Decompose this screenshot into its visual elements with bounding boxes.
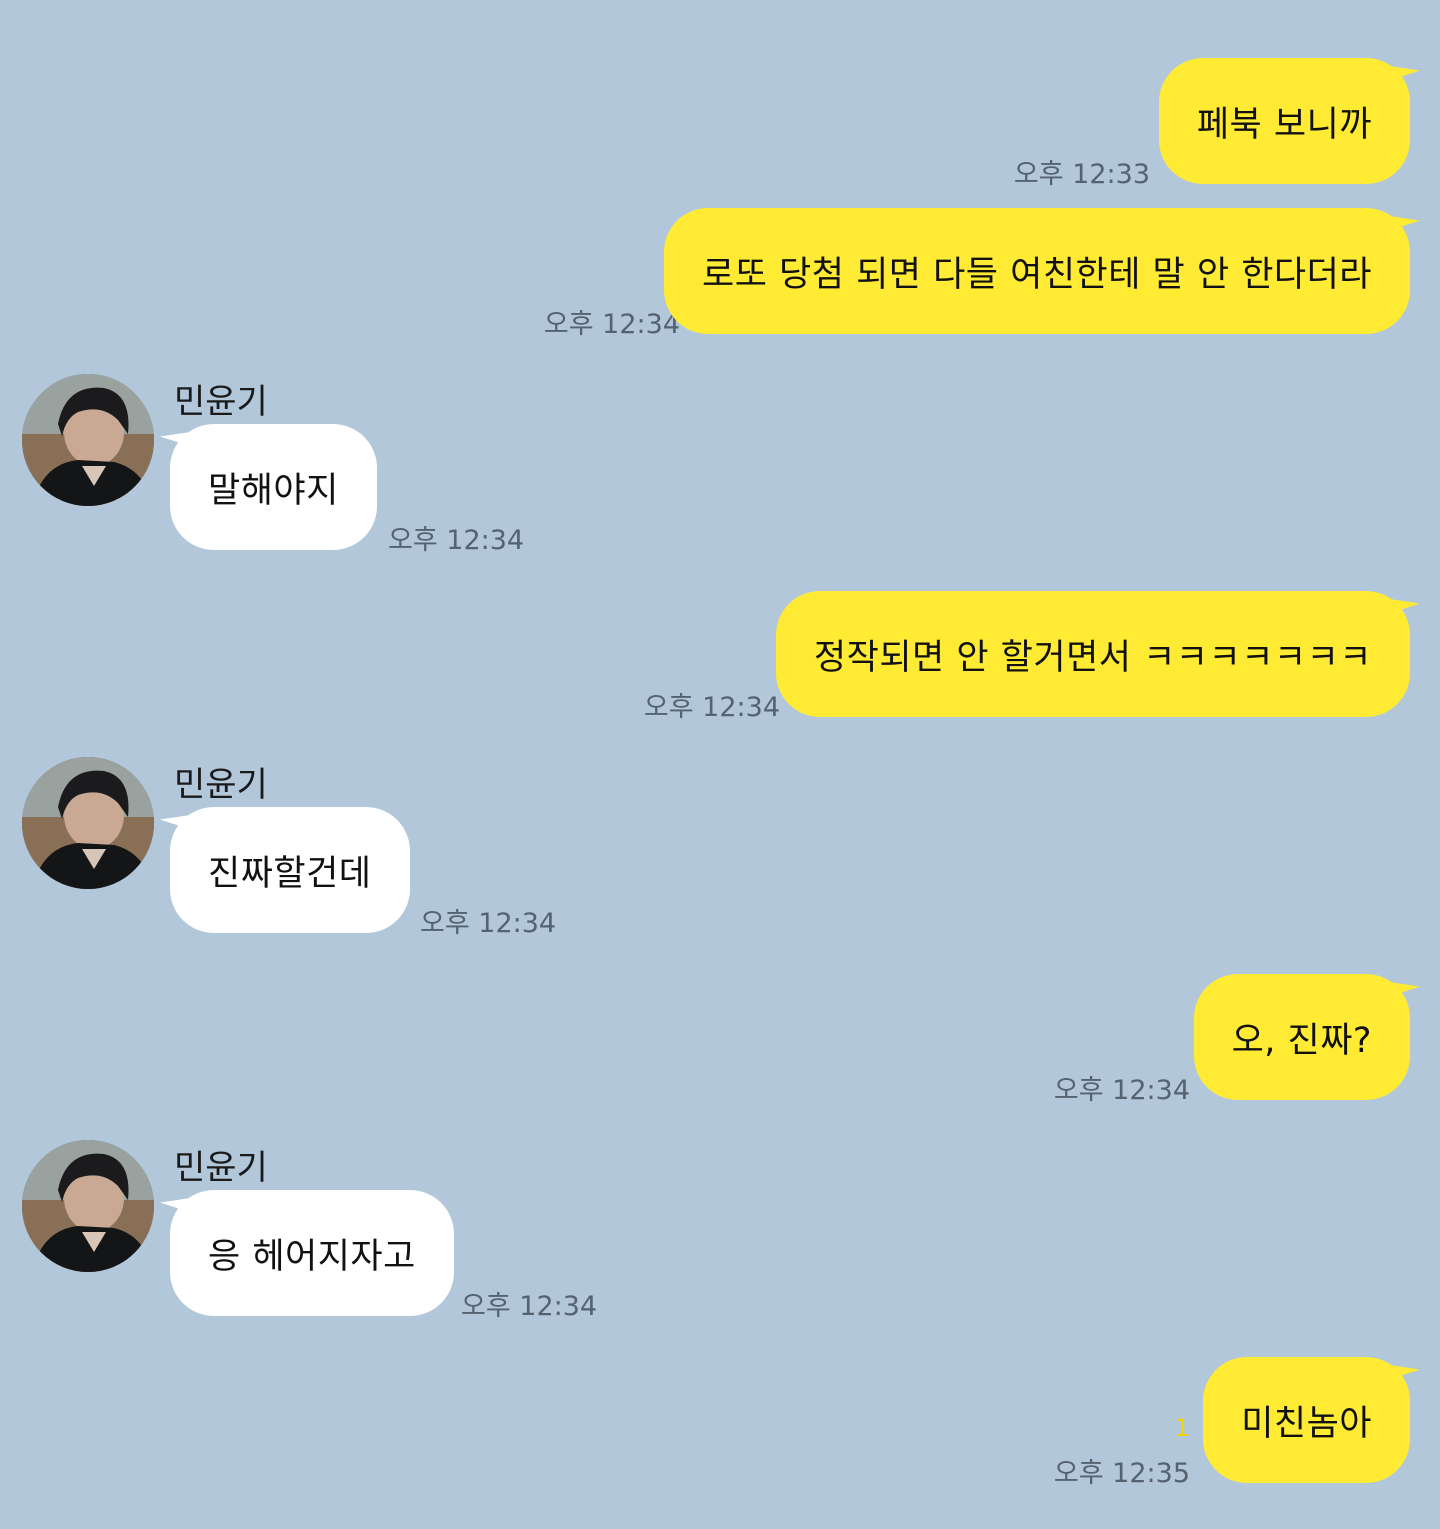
message-bubble-outgoing[interactable]: 로또 당첨 되면 다들 여친한테 말 안 한다더라: [664, 208, 1410, 334]
message-bubble-incoming[interactable]: 진짜할건데: [170, 807, 410, 933]
message-bubble-incoming[interactable]: 응 헤어지자고: [170, 1190, 454, 1316]
message-timestamp: 오후 12:34: [543, 309, 680, 340]
message-row-incoming: 민윤기 응 헤어지자고 오후 12:34: [0, 1140, 1440, 1322]
message-row-outgoing: 1 오후 12:35 미친놈아: [0, 1357, 1440, 1489]
chat-screen: { "chat": { "messages": [ {"from": "me",…: [0, 0, 1440, 1529]
unread-count: 1: [1174, 1414, 1190, 1442]
message-timestamp: 오후 12:33: [1013, 159, 1150, 190]
profile-photo-icon: [22, 757, 154, 889]
profile-photo-icon: [22, 1140, 154, 1272]
sender-name: 민윤기: [174, 765, 268, 805]
message-row-outgoing: 오후 12:34 로또 당첨 되면 다들 여친한테 말 안 한다더라: [0, 208, 1440, 340]
message-timestamp: 오후 12:35: [1053, 1458, 1190, 1489]
message-bubble-incoming[interactable]: 말해야지: [170, 424, 377, 550]
friend-avatar[interactable]: [22, 374, 154, 506]
message-bubble-outgoing[interactable]: 오, 진짜?: [1193, 974, 1410, 1100]
message-timestamp: 오후 12:34: [388, 525, 525, 556]
message-bubble-outgoing[interactable]: 페북 보니까: [1158, 58, 1410, 184]
message-timestamp: 오후 12:34: [643, 692, 780, 723]
friend-avatar[interactable]: [22, 1140, 154, 1272]
message-timestamp: 오후 12:34: [461, 1291, 598, 1322]
message-bubble-outgoing[interactable]: 미친놈아: [1203, 1357, 1410, 1483]
message-timestamp: 오후 12:34: [420, 908, 557, 939]
message-row-incoming: 민윤기 말해야지 오후 12:34: [0, 374, 1440, 556]
message-row-outgoing: 오후 12:34 오, 진짜?: [0, 974, 1440, 1106]
message-row-incoming: 민윤기 진짜할건데 오후 12:34: [0, 757, 1440, 939]
message-row-outgoing: 오후 12:34 정작되면 안 할거면서 ㅋㅋㅋㅋㅋㅋㅋ: [0, 591, 1440, 723]
message-bubble-outgoing[interactable]: 정작되면 안 할거면서 ㅋㅋㅋㅋㅋㅋㅋ: [775, 591, 1410, 717]
profile-photo-icon: [22, 374, 154, 506]
message-row-outgoing: 오후 12:33 페북 보니까: [0, 58, 1440, 190]
sender-name: 민윤기: [174, 1148, 268, 1188]
message-timestamp: 오후 12:34: [1053, 1075, 1190, 1106]
sender-name: 민윤기: [174, 382, 268, 422]
friend-avatar[interactable]: [22, 757, 154, 889]
